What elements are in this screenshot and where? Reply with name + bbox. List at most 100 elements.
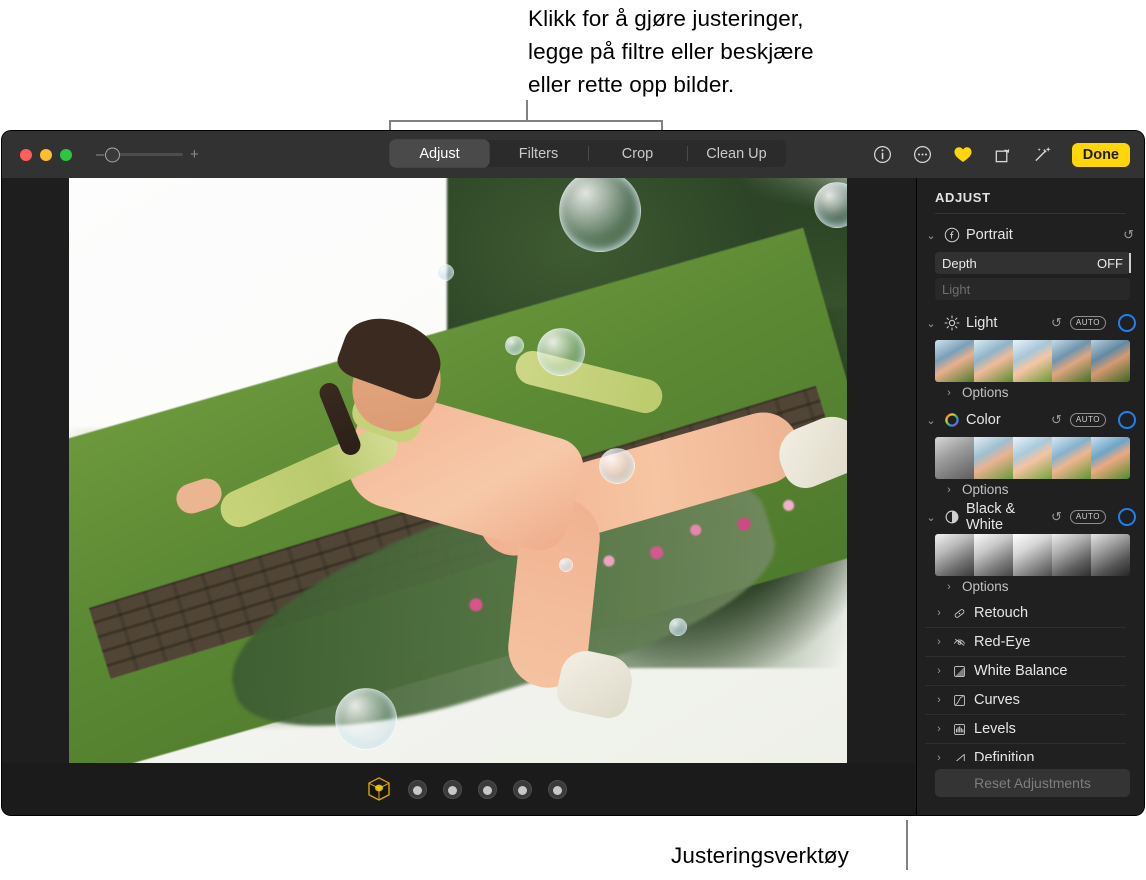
top-leader-horizontal	[389, 120, 663, 122]
filmstrip-cell[interactable]	[1052, 437, 1091, 479]
favorite-heart-icon[interactable]	[952, 144, 974, 166]
photo-image[interactable]	[69, 178, 847, 763]
chevron-right-icon[interactable]: ›	[933, 694, 945, 706]
zoom-out-label[interactable]: –	[96, 147, 104, 162]
tool-label: Levels	[974, 721, 1118, 737]
effect-dot[interactable]	[513, 780, 532, 799]
more-options-icon[interactable]	[912, 144, 934, 166]
filmstrip-cell[interactable]	[1091, 437, 1130, 479]
section-light-header[interactable]: ⌄ Light ↺ AUTO	[917, 308, 1144, 338]
zoom-slider-track[interactable]	[111, 153, 183, 156]
revert-icon[interactable]: ↺	[1051, 509, 1062, 525]
adjust-sidebar-scroll[interactable]: ADJUST ⌄ Portrait ↺ Depth OFF Light	[917, 178, 1144, 761]
section-light-label: Light	[966, 315, 1045, 331]
bw-options-label: Options	[962, 579, 1009, 594]
revert-icon[interactable]: ↺	[1051, 412, 1062, 428]
light-options-row[interactable]: › Options	[917, 382, 1144, 405]
section-portrait-header[interactable]: ⌄ Portrait ↺	[917, 220, 1144, 250]
revert-icon[interactable]: ↺	[1051, 315, 1062, 331]
tool-row-retouch[interactable]: › Retouch	[925, 599, 1126, 627]
chevron-down-icon[interactable]: ⌄	[925, 414, 937, 427]
bw-filmstrip[interactable]	[935, 534, 1130, 576]
tool-row-levels[interactable]: › Levels	[925, 714, 1126, 743]
levels-icon	[951, 721, 968, 738]
zoom-in-label[interactable]: +	[190, 147, 198, 162]
filmstrip-cell[interactable]	[1052, 340, 1091, 382]
auto-button[interactable]: AUTO	[1070, 316, 1106, 330]
color-filmstrip[interactable]	[935, 437, 1130, 479]
revert-icon[interactable]: ↺	[1123, 227, 1134, 243]
editor-mode-tabs[interactable]: Adjust Filters Crop Clean Up	[390, 140, 786, 167]
photo-bubble	[335, 688, 397, 750]
portrait-effect-selector[interactable]	[366, 776, 567, 802]
tab-adjust[interactable]: Adjust	[390, 140, 489, 167]
chevron-down-icon[interactable]: ⌄	[925, 229, 937, 242]
filmstrip-cell[interactable]	[1091, 340, 1130, 382]
bw-toggle[interactable]	[1118, 508, 1136, 526]
bw-options-row[interactable]: › Options	[917, 576, 1144, 599]
effect-dot[interactable]	[408, 780, 427, 799]
color-options-label: Options	[962, 482, 1009, 497]
chevron-right-icon[interactable]: ›	[943, 387, 955, 399]
tool-row-red-eye[interactable]: › Red-Eye	[925, 627, 1126, 656]
chevron-right-icon[interactable]: ›	[943, 581, 955, 593]
rotate-icon[interactable]	[992, 144, 1014, 166]
portrait-depth-slider[interactable]: Depth OFF	[935, 252, 1130, 274]
filmstrip-cell[interactable]	[935, 437, 974, 479]
auto-button[interactable]: AUTO	[1070, 413, 1106, 427]
zoom-slider[interactable]: – +	[96, 147, 198, 162]
effect-dot[interactable]	[443, 780, 462, 799]
tab-clean-up[interactable]: Clean Up	[687, 140, 786, 167]
chevron-right-icon[interactable]: ›	[933, 607, 945, 619]
auto-button[interactable]: AUTO	[1070, 510, 1106, 524]
chevron-right-icon[interactable]: ›	[933, 723, 945, 735]
photo-bubble	[505, 336, 524, 355]
portrait-cube-icon[interactable]	[366, 776, 392, 802]
chevron-down-icon[interactable]: ⌄	[925, 317, 937, 330]
auto-enhance-icon[interactable]	[1032, 144, 1054, 166]
filmstrip-cell[interactable]	[1013, 534, 1052, 576]
tab-filters[interactable]: Filters	[489, 140, 588, 167]
section-color-header[interactable]: ⌄ Color ↺ AUTO	[917, 405, 1144, 435]
chevron-right-icon[interactable]: ›	[943, 484, 955, 496]
color-toggle[interactable]	[1118, 411, 1136, 429]
portrait-light-slider[interactable]: Light	[935, 278, 1130, 300]
maximize-button[interactable]	[60, 149, 72, 161]
color-options-row[interactable]: › Options	[917, 479, 1144, 502]
white-balance-icon	[951, 663, 968, 680]
section-bw-label: Black & White	[966, 501, 1045, 533]
light-toggle[interactable]	[1118, 314, 1136, 332]
window-controls[interactable]	[20, 149, 72, 161]
bandage-icon	[951, 605, 968, 622]
reset-adjustments-button[interactable]: Reset Adjustments	[935, 769, 1130, 797]
filmstrip-cell[interactable]	[935, 534, 974, 576]
filmstrip-cell[interactable]	[935, 340, 974, 382]
close-button[interactable]	[20, 149, 32, 161]
filmstrip-cell[interactable]	[1091, 534, 1130, 576]
tool-label: Retouch	[974, 605, 1118, 621]
tab-crop[interactable]: Crop	[588, 140, 687, 167]
info-icon[interactable]	[872, 144, 894, 166]
filmstrip-cell[interactable]	[974, 340, 1013, 382]
light-filmstrip[interactable]	[935, 340, 1130, 382]
tool-row-curves[interactable]: › Curves	[925, 685, 1126, 714]
chevron-down-icon[interactable]: ⌄	[925, 511, 937, 524]
tool-row-white-balance[interactable]: › White Balance	[925, 656, 1126, 685]
chevron-right-icon[interactable]: ›	[933, 665, 945, 677]
filmstrip-cell[interactable]	[974, 534, 1013, 576]
effect-dot[interactable]	[548, 780, 567, 799]
minimize-button[interactable]	[40, 149, 52, 161]
filmstrip-cell[interactable]	[974, 437, 1013, 479]
chevron-right-icon[interactable]: ›	[933, 752, 945, 761]
depth-slider-handle[interactable]	[1129, 253, 1131, 273]
filmstrip-cell[interactable]	[1013, 340, 1052, 382]
zoom-slider-knob[interactable]	[105, 147, 120, 162]
section-bw-header[interactable]: ⌄ Black & White ↺ AUTO	[917, 502, 1144, 532]
filmstrip-cell[interactable]	[1013, 437, 1052, 479]
filmstrip-cell[interactable]	[1052, 534, 1091, 576]
done-button[interactable]: Done	[1072, 143, 1130, 167]
eye-slash-icon	[951, 634, 968, 651]
tool-row-definition[interactable]: › Definition	[925, 743, 1126, 761]
effect-dot[interactable]	[478, 780, 497, 799]
chevron-right-icon[interactable]: ›	[933, 636, 945, 648]
